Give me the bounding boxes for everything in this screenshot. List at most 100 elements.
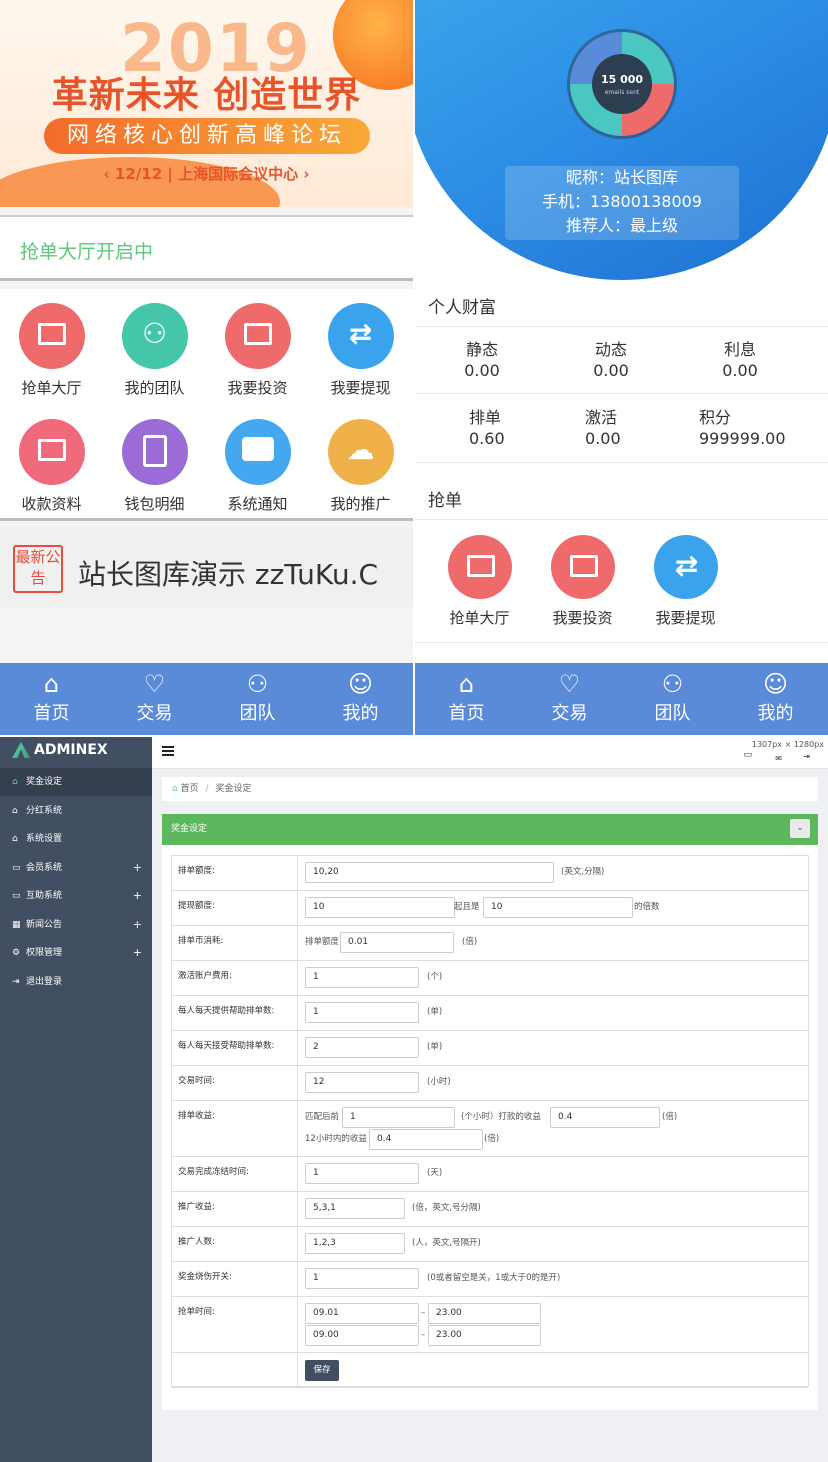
sidebar-item-权限管理[interactable]: ⚙ 权限管理 + xyxy=(0,939,152,967)
grab-item-label: 抢单大厅 xyxy=(449,609,510,627)
profile-hero: 15 000 emails sent 昵称：站长图库 手机：1380013800… xyxy=(415,0,828,280)
grab-item-抢单大厅[interactable]: 抢单大厅 xyxy=(428,535,531,628)
sidebar-item-系统设置[interactable]: ⌂ 系统设置 xyxy=(0,825,152,853)
tab-我的[interactable]: ☺ 我的 xyxy=(309,663,412,725)
payment-income-input[interactable]: 0.4 xyxy=(550,1107,660,1128)
breadcrumb-separator: / xyxy=(205,784,209,794)
grid-item-我的团队[interactable]: ⚇ 我的团队 xyxy=(103,303,206,398)
divider xyxy=(415,393,828,394)
breadcrumb-home[interactable]: 首页 xyxy=(181,784,199,794)
donut-value: 15 000 xyxy=(600,73,644,86)
save-button[interactable]: 保存 xyxy=(305,1360,339,1381)
screen-shape xyxy=(243,323,272,345)
withdraw-amount-input[interactable]: 10 xyxy=(305,897,455,918)
panel-title: 奖金设定 xyxy=(171,824,208,834)
form-row-promo_count: 推广人数: 1,2,3 (人，英文,号隔开) xyxy=(172,1227,808,1262)
field-prefix: 匹配后前 xyxy=(305,1112,340,1122)
grid-item-我的推广[interactable]: ☁ 我的推广 xyxy=(309,419,412,514)
withdraw-multiple-input[interactable]: 10 xyxy=(483,897,633,918)
grid-item-label: 我的推广 xyxy=(330,495,391,513)
grid-item-钱包明细[interactable]: 钱包明细 xyxy=(103,419,206,514)
promo-income-input[interactable]: 5,3,1 xyxy=(305,1198,405,1219)
queue-coin-input[interactable]: 0.01 xyxy=(340,932,454,953)
sidebar-item-新闻公告[interactable]: ▦ 新闻公告 + xyxy=(0,911,152,939)
browser-hand-icon xyxy=(224,303,291,369)
browser-hand-icon xyxy=(447,535,512,599)
sidebar-item-会员系统[interactable]: ▭ 会员系统 + xyxy=(0,854,152,882)
form-row-queue_coin: 排单币消耗: 排单额度 0.01 (倍) xyxy=(172,926,808,961)
grab-start-input-2[interactable]: 09.00 xyxy=(305,1325,419,1346)
form-row-queue_amount: 排单额度: 10,20 (英文,分隔) xyxy=(172,856,808,891)
cloud-person-icon: ☁ xyxy=(327,419,394,485)
admin-sidebar: ADMINEX ⌂ 奖金设定 ⌂ 分红系统 ⌂ 系统设置 ▭ 会员系统 + ▭ 互助系统 + ▦ 新闻公告… xyxy=(0,737,152,1462)
tab-首页[interactable]: ⌂ 首页 xyxy=(0,663,103,725)
tab-交易[interactable]: ♡ 交易 xyxy=(103,663,206,725)
home-icon: ⌂ xyxy=(43,670,60,698)
form-label: 奖金烧伤开关: xyxy=(172,1262,298,1296)
form-row-promo_income: 推广收益: 5,3,1 (倍，英文,号分隔) xyxy=(172,1192,808,1227)
daily-provide-input[interactable]: 1 xyxy=(305,1002,419,1023)
promo-banner[interactable]: 2019 革新未来 创造世界 网络核心创新高峰论坛 ‹ 12/12 | 上海国际… xyxy=(0,0,413,207)
tab-我的[interactable]: ☺ 我的 xyxy=(724,663,827,725)
grab-end-input-2[interactable]: 23.00 xyxy=(428,1325,541,1346)
activation-fee-input[interactable]: 1 xyxy=(305,967,419,988)
queue-amount-input[interactable]: 10,20 xyxy=(305,862,554,883)
grid-item-收款资料[interactable]: 收款资料 xyxy=(0,419,103,514)
form-row-withdraw_amount: 提现额度: 10 起且是 10 的倍数 xyxy=(172,891,808,926)
freeze-time-input[interactable]: 1 xyxy=(305,1163,419,1184)
tab-label: 首页 xyxy=(33,703,70,724)
hamburger-menu-icon[interactable] xyxy=(162,746,174,756)
field-note: 的倍数 xyxy=(634,902,660,912)
admin-logo[interactable]: ADMINEX xyxy=(0,737,152,767)
grab-start-input-1[interactable]: 09.01 xyxy=(305,1303,419,1324)
sidebar-item-分红系统[interactable]: ⌂ 分红系统 xyxy=(0,797,152,825)
twelve-hour-income-input[interactable]: 0.4 xyxy=(369,1129,483,1150)
trade-time-input[interactable]: 12 xyxy=(305,1072,419,1093)
sidebar-item-奖金设定[interactable]: ⌂ 奖金设定 xyxy=(0,768,152,796)
divider xyxy=(415,326,828,327)
grid-item-抢单大厅[interactable]: 抢单大厅 xyxy=(0,303,103,398)
screen-shape xyxy=(37,439,66,461)
tab-label: 团队 xyxy=(654,703,691,724)
grab-end-input-1[interactable]: 23.00 xyxy=(428,1303,541,1324)
tab-团队[interactable]: ⚇ 团队 xyxy=(206,663,309,725)
sidebar-item-互助系统[interactable]: ▭ 互助系统 + xyxy=(0,882,152,910)
field-mid-text: 起且是 xyxy=(454,902,480,912)
grid-item-我要投资[interactable]: 我要投资 xyxy=(206,303,309,398)
sidebar-item-退出登录[interactable]: ⇥ 退出登录 xyxy=(0,968,152,996)
grid-item-系统通知[interactable]: 系统通知 xyxy=(206,419,309,514)
announcement-bar[interactable]: 最新公告 站长图库演示 zzTuKu.C xyxy=(0,527,413,607)
burn-switch-input[interactable]: 1 xyxy=(305,1268,419,1289)
brand-logo-icon xyxy=(12,742,30,758)
collapse-toggle-button[interactable]: ⌄ xyxy=(790,819,810,838)
admin-topbar: 1307px × 1280px ▭ ✉ ⇥ xyxy=(152,737,828,769)
chat-bubble-icon xyxy=(224,419,291,485)
settings-form: 排单额度: 10,20 (英文,分隔) 提现额度: 10 起且是 10 的倍数 排单币消耗: 排单… xyxy=(171,855,809,1388)
grab-item-我要投资[interactable]: 我要投资 xyxy=(531,535,634,628)
tab-首页[interactable]: ⌂ 首页 xyxy=(415,663,518,725)
tab-交易[interactable]: ♡ 交易 xyxy=(518,663,621,725)
emails-donut: 15 000 emails sent xyxy=(566,28,678,140)
sign-out-icon[interactable]: ⇥ xyxy=(803,752,810,761)
laptop-icon[interactable]: ▭ xyxy=(743,750,752,760)
grid-item-我要提现[interactable]: ⇄ 我要提现 xyxy=(309,303,412,398)
daily-accept-input[interactable]: 2 xyxy=(305,1037,419,1058)
field-note: (个) xyxy=(427,972,443,982)
promo-count-input[interactable]: 1,2,3 xyxy=(305,1233,405,1254)
profile-referrer: 推荐人：最上级 xyxy=(565,216,678,235)
tab-label: 交易 xyxy=(551,703,588,724)
wealth-stat-value: 0.00 xyxy=(464,361,500,380)
time-range-dash: – xyxy=(421,1330,426,1340)
form-label: 提现额度: xyxy=(172,891,298,925)
sidebar-item-label: 权限管理 xyxy=(26,948,63,958)
donut-label: emails sent xyxy=(604,89,640,96)
swap-arrows-glyph: ⇄ xyxy=(674,549,699,582)
sidebar-item-label: 会员系统 xyxy=(26,862,63,873)
form-row-queue_income: 排单收益: 匹配后前 1 (个小时）打款的收益 0.4 (倍) 12小时内的收益 0.4 (倍) xyxy=(172,1101,808,1157)
field-note: (单) xyxy=(427,1007,443,1017)
mail-icon[interactable]: ✉ xyxy=(775,754,782,763)
tab-label: 团队 xyxy=(239,703,276,724)
grab-item-我要提现[interactable]: ⇄ 我要提现 xyxy=(634,535,737,628)
tab-团队[interactable]: ⚇ 团队 xyxy=(621,663,724,725)
match-hours-input[interactable]: 1 xyxy=(342,1107,455,1128)
